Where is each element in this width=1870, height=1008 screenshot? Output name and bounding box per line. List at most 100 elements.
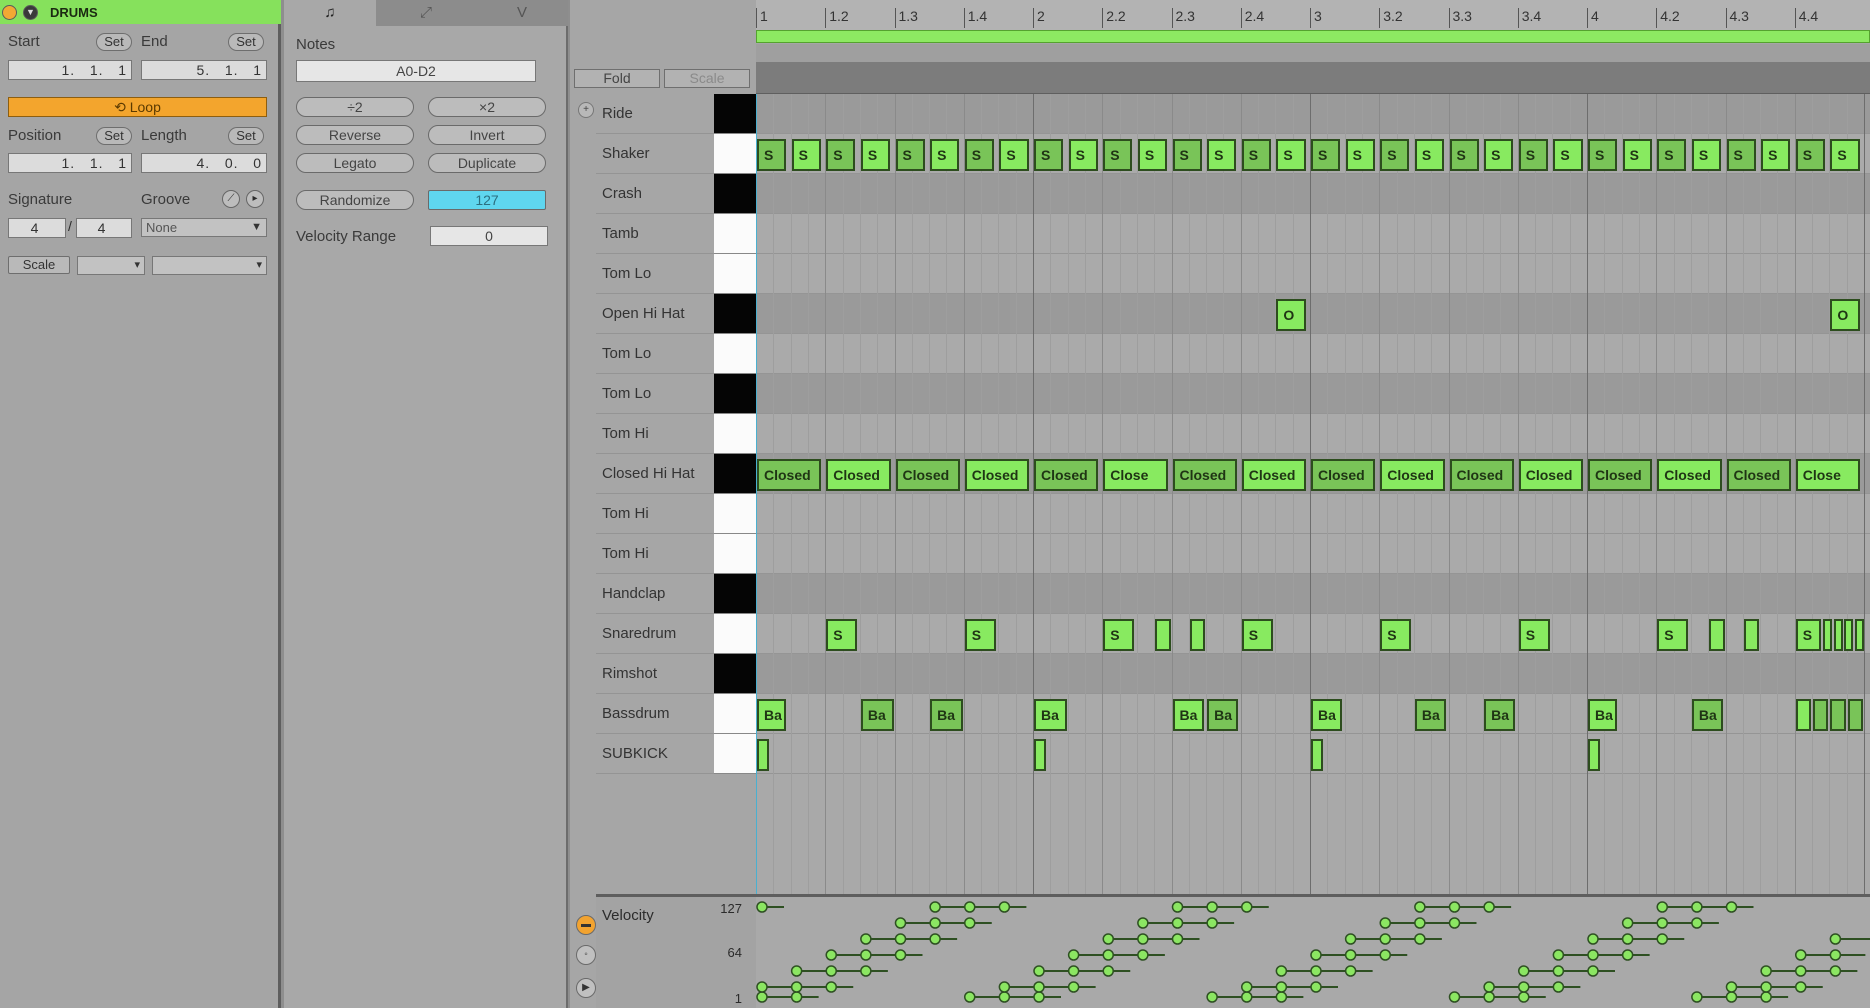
midi-note[interactable]: S (1414, 139, 1445, 171)
midi-note[interactable]: Ba (1588, 699, 1618, 731)
midi-note[interactable]: S (964, 139, 994, 171)
midi-note[interactable]: S (1311, 139, 1341, 171)
midi-note[interactable]: Close (1103, 459, 1168, 491)
velocity-handle[interactable] (1587, 933, 1599, 945)
lane-row[interactable] (756, 94, 1870, 134)
velocity-handle[interactable] (825, 981, 837, 993)
midi-note[interactable]: Ba (1207, 699, 1239, 731)
scale-name-dropdown[interactable]: ▾ (152, 256, 267, 275)
note-range-field[interactable]: A0-D2 (296, 60, 536, 82)
midi-note[interactable]: S (1830, 139, 1860, 171)
midi-note[interactable]: S (1588, 139, 1618, 171)
velocity-handle[interactable] (790, 965, 803, 977)
fold-button[interactable]: Fold (574, 69, 660, 88)
position-field[interactable]: 1. 1. 1 (8, 153, 132, 173)
lane-row[interactable] (756, 654, 1870, 694)
lane-name[interactable]: Open Hi Hat (596, 294, 714, 334)
velocity-lane-toggle-icon[interactable]: ▬ (576, 915, 596, 935)
midi-note[interactable]: S (1518, 139, 1548, 171)
midi-note[interactable]: Ba (860, 699, 894, 731)
midi-note[interactable]: S (1241, 139, 1271, 171)
piano-key[interactable] (714, 494, 756, 534)
velocity-handle[interactable] (1137, 917, 1149, 929)
piano-key[interactable] (714, 134, 756, 174)
piano-key[interactable] (714, 254, 756, 294)
expand-lane-icon[interactable]: ▶ (576, 978, 596, 998)
velocity-handle[interactable] (964, 917, 976, 929)
reverse-button[interactable]: Reverse (296, 125, 414, 145)
velocity-handle[interactable] (1206, 991, 1218, 1003)
piano-key[interactable] (714, 374, 756, 414)
lane-name[interactable]: Bassdrum (596, 694, 714, 734)
midi-note[interactable] (1844, 619, 1854, 651)
piano-key[interactable] (714, 414, 756, 454)
velocity-handle[interactable] (1829, 949, 1842, 961)
velocity-handle[interactable] (1760, 965, 1772, 977)
piano-key[interactable] (714, 734, 756, 774)
halve-button[interactable]: ÷2 (296, 97, 414, 117)
velocity-handle[interactable] (1171, 901, 1184, 913)
midi-note[interactable]: S (1207, 139, 1237, 171)
velocity-handle[interactable] (1448, 917, 1461, 929)
midi-note[interactable]: S (826, 139, 856, 171)
midi-note[interactable] (1830, 699, 1846, 731)
velocity-handle[interactable] (1102, 933, 1114, 945)
lane-name[interactable]: Tamb (596, 214, 714, 254)
end-field[interactable]: 5. 1. 1 (141, 60, 267, 80)
midi-note[interactable]: S (1518, 619, 1550, 651)
velocity-handle[interactable] (1206, 901, 1218, 913)
signature-numerator-field[interactable]: 4 (8, 218, 66, 238)
velocity-handle[interactable] (1310, 949, 1322, 961)
midi-note[interactable] (1189, 619, 1206, 651)
collapse-arrow-icon[interactable]: ▼ (23, 4, 38, 20)
velocity-handle[interactable] (1691, 991, 1703, 1003)
piano-key[interactable] (714, 94, 756, 134)
midi-note[interactable]: Closed (826, 459, 891, 491)
midi-note[interactable]: S (964, 619, 996, 651)
velocity-handle[interactable] (1310, 981, 1322, 993)
length-set-button[interactable]: Set (228, 127, 264, 145)
velocity-handle[interactable] (1483, 991, 1495, 1003)
midi-note[interactable]: S (1103, 619, 1135, 651)
midi-note[interactable]: Closed (1311, 459, 1376, 491)
velocity-handle[interactable] (1829, 933, 1842, 945)
velocity-handle[interactable] (1414, 901, 1426, 913)
velocity-handle[interactable] (1171, 933, 1184, 945)
velocity-handle[interactable] (1829, 965, 1842, 977)
velocity-handle[interactable] (1206, 917, 1218, 929)
velocity-handle[interactable] (756, 981, 768, 993)
velocity-handle[interactable] (860, 949, 872, 961)
midi-note[interactable]: S (1034, 139, 1064, 171)
velocity-handle[interactable] (1518, 965, 1530, 977)
lane-row[interactable] (756, 574, 1870, 614)
randomize-button[interactable]: Randomize (296, 190, 414, 210)
velocity-handle[interactable] (1725, 901, 1738, 913)
piano-key[interactable] (714, 294, 756, 334)
beat-ruler[interactable]: 1 1.2 1.3 1.4 2 2.2 2.3 2.4 3 3.2 3.3 3.4 4 4.2 4.3 4.4 (756, 0, 1870, 34)
midi-note[interactable]: S (1622, 139, 1652, 171)
velocity-handle[interactable] (756, 991, 768, 1003)
midi-note[interactable]: Closed (895, 459, 960, 491)
piano-key[interactable] (714, 574, 756, 614)
midi-note[interactable]: Ba (1034, 699, 1067, 731)
velocity-handle[interactable] (790, 981, 803, 993)
midi-note[interactable]: Closed (964, 459, 1030, 491)
midi-note[interactable]: O (1276, 299, 1306, 331)
tab-mpe[interactable]: V (476, 0, 568, 26)
midi-note[interactable]: Closed (1241, 459, 1307, 491)
lane-name[interactable]: Tom Hi (596, 494, 714, 534)
length-field[interactable]: 4. 0. 0 (141, 153, 267, 173)
velocity-handle[interactable] (929, 917, 941, 929)
piano-key[interactable] (714, 214, 756, 254)
lane-collapse-icon[interactable]: + (578, 102, 594, 118)
piano-key[interactable] (714, 654, 756, 694)
velocity-handle[interactable] (1137, 949, 1149, 961)
tab-envelopes[interactable]: ⤢ (380, 0, 472, 26)
velocity-handle[interactable] (1656, 933, 1668, 945)
velocity-handle[interactable] (964, 901, 976, 913)
piano-key[interactable] (714, 694, 756, 734)
midi-note[interactable]: Closed (1726, 459, 1791, 491)
midi-note[interactable] (1823, 619, 1833, 651)
velocity-handle[interactable] (1725, 991, 1738, 1003)
velocity-handle[interactable] (1379, 917, 1391, 929)
